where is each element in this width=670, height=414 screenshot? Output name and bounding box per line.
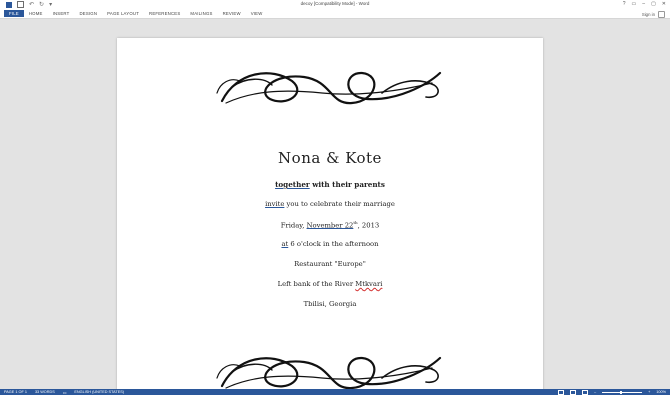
ribbon-tabs: FILE HOME INSERT DESIGN PAGE LAYOUT REFE…: [4, 10, 268, 17]
tab-mailings[interactable]: MAILINGS: [185, 10, 217, 17]
invitation-date-line: Friday, November 22th, 2013: [117, 220, 543, 229]
desktop-area: [0, 395, 670, 414]
tab-references[interactable]: REFERENCES: [144, 10, 185, 17]
tab-insert[interactable]: INSERT: [48, 10, 75, 17]
left-bank-text: Left bank of the River: [277, 280, 356, 288]
avatar-icon[interactable]: [658, 11, 665, 18]
invitation-location-line: Left bank of the River Mtkvari: [117, 280, 543, 288]
tab-page-layout[interactable]: PAGE LAYOUT: [102, 10, 144, 17]
zoom-slider-handle[interactable]: [620, 390, 623, 394]
sign-in-label[interactable]: Sign in: [642, 12, 655, 17]
invitation-venue-line: Restaurant "Europe": [294, 260, 366, 268]
print-layout-icon[interactable]: [569, 389, 576, 395]
celebrate-text: you to celebrate their marriage: [284, 200, 395, 208]
ribbon-display-button[interactable]: ▭: [632, 1, 637, 7]
couple-names: Nona & Kote: [278, 149, 382, 167]
document-page[interactable]: Nona & Kote together with their parents …: [117, 38, 543, 408]
tab-review[interactable]: REVIEW: [218, 10, 246, 17]
minimize-button[interactable]: –: [642, 1, 645, 7]
help-button[interactable]: ?: [623, 1, 626, 7]
invitation-time-line: at 6 o'clock in the afternoon: [117, 240, 543, 248]
zoom-level[interactable]: 100%: [656, 390, 666, 394]
tab-design[interactable]: DESIGN: [74, 10, 102, 17]
web-layout-icon[interactable]: [581, 389, 588, 395]
time-text: 6 o'clock in the afternoon: [288, 240, 379, 248]
tab-file[interactable]: FILE: [4, 10, 24, 17]
window-controls: ? ▭ – ▢ ✕: [623, 1, 666, 7]
title-bar: ↶ ↻ ▾ decoy [Compatibility Mode] - Word …: [0, 0, 670, 9]
tab-home[interactable]: HOME: [24, 10, 48, 17]
zoom-out-button[interactable]: –: [594, 390, 596, 394]
invitation-city-line: Tbilisi, Georgia: [303, 300, 357, 308]
sign-in[interactable]: Sign in: [642, 11, 665, 18]
invite-word: invite: [265, 200, 285, 208]
zoom-slider[interactable]: [602, 390, 643, 394]
with-parents-text: with their parents: [309, 180, 385, 189]
date-weekday: Friday,: [280, 221, 307, 230]
zoom-in-button[interactable]: +: [648, 390, 650, 394]
read-mode-icon[interactable]: [557, 389, 564, 395]
date-year: , 2013: [357, 221, 380, 230]
tab-view[interactable]: VIEW: [246, 10, 268, 17]
document-workspace: Nona & Kote together with their parents …: [0, 19, 670, 408]
river-name: Mtkvari: [355, 280, 383, 288]
together-word: together: [275, 180, 310, 189]
date-month-day: November 22: [306, 221, 354, 230]
invitation-line-2: invite you to celebrate their marriage: [117, 200, 543, 208]
maximize-button[interactable]: ▢: [651, 1, 656, 7]
top-flourish-ornament: [216, 71, 442, 105]
close-button[interactable]: ✕: [662, 1, 666, 7]
ribbon: FILE HOME INSERT DESIGN PAGE LAYOUT REFE…: [0, 9, 670, 19]
window-title: decoy [Compatibility Mode] - Word: [300, 1, 370, 6]
invitation-line-1: together with their parents: [117, 180, 543, 189]
